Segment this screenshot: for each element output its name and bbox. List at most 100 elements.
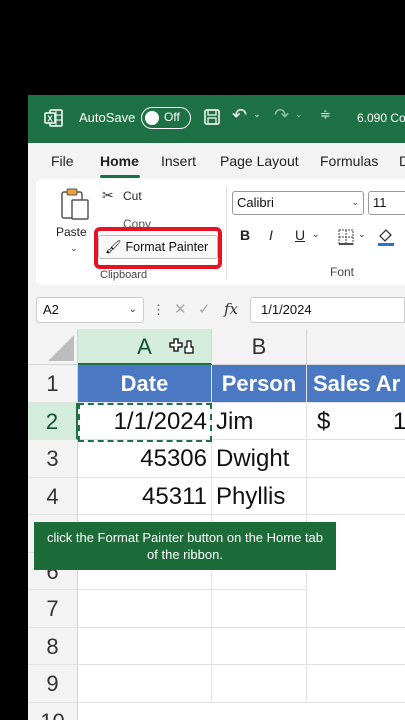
cell-c2[interactable]: $ 1 — [307, 403, 405, 440]
row-label: 7 — [46, 596, 59, 621]
tab-home[interactable]: Home — [100, 153, 139, 169]
undo-dropdown-icon[interactable]: ⌄ — [253, 109, 261, 120]
more-options-icon[interactable]: ⋮ — [152, 302, 165, 318]
cell-a9[interactable] — [78, 665, 212, 703]
autosave-state: Off — [164, 110, 180, 124]
cell-b8[interactable] — [212, 627, 307, 665]
paste-label[interactable]: Paste — [56, 225, 87, 239]
font-size-value: 11 — [373, 195, 387, 210]
video-left-border — [0, 0, 28, 720]
redo-dropdown-icon[interactable]: ⌄ — [295, 109, 303, 120]
scissors-icon[interactable]: ✂ — [102, 187, 114, 204]
tutorial-caption: click the Format Painter button on the H… — [34, 522, 336, 570]
format-painter-highlight — [94, 227, 222, 269]
cell-c1[interactable]: Sales Ar — [307, 365, 405, 403]
font-size-select[interactable]: 11 — [368, 191, 405, 215]
autosave-toggle[interactable]: Off — [141, 107, 191, 129]
row-header-8[interactable]: 8 — [28, 627, 78, 665]
formula-bar: A2 ⌄ ⋮ ✕ ✓ fx 1/1/2024 — [28, 295, 405, 329]
cell-c4[interactable] — [307, 478, 405, 515]
row-header-10[interactable]: 10 — [28, 702, 78, 720]
tab-data[interactable]: D — [399, 153, 405, 169]
excel-logo-icon: X — [44, 109, 63, 127]
font-group-label: Font — [330, 265, 355, 279]
cell-a8[interactable] — [78, 627, 212, 665]
cell-b3[interactable]: Dwight — [212, 440, 307, 478]
cell-b2[interactable]: Jim — [212, 402, 307, 440]
toggle-knob — [145, 111, 159, 125]
row-label: 3 — [46, 446, 59, 471]
underline-dropdown-icon[interactable]: ⌄ — [312, 229, 320, 240]
row-label: 8 — [46, 633, 59, 659]
paste-icon[interactable] — [58, 187, 92, 221]
chevron-down-icon: ⌄ — [128, 304, 137, 315]
borders-dropdown-icon[interactable]: ⌄ — [358, 229, 366, 240]
chevron-down-icon: ⌄ — [351, 197, 359, 207]
row-header-9[interactable]: 9 — [28, 665, 78, 703]
paste-dropdown-icon[interactable]: ⌄ — [70, 243, 78, 254]
tab-page-layout[interactable]: Page Layout — [220, 153, 299, 169]
ribbon-home-panel: Paste ⌄ ✂ Cut Copy 🖌 Format Painter Clip… — [36, 179, 405, 285]
name-box[interactable]: A2 ⌄ — [36, 297, 144, 323]
tab-insert[interactable]: Insert — [161, 153, 196, 169]
row-label: 9 — [46, 671, 59, 696]
row-label: 10 — [40, 709, 64, 720]
row-header-3[interactable]: 3 — [28, 440, 78, 478]
font-name-value: Calibri — [237, 195, 274, 210]
cell-c3[interactable] — [307, 440, 405, 478]
cell-b9[interactable] — [212, 665, 307, 703]
cell-c8[interactable] — [307, 628, 405, 665]
redo-icon[interactable]: ↷ — [274, 105, 289, 126]
row-header-2[interactable]: 2 — [28, 402, 78, 440]
cell-b1[interactable]: Person — [212, 365, 307, 403]
select-all-triangle — [48, 335, 74, 361]
bold-button[interactable]: B — [240, 227, 250, 243]
cell-c7[interactable] — [307, 590, 405, 628]
format-painter-cursor-icon — [169, 338, 194, 354]
fill-color-icon[interactable] — [376, 227, 394, 247]
row-label: 4 — [46, 483, 59, 509]
ribbon: File Home Insert Page Layout Formulas D … — [28, 143, 405, 295]
currency-symbol: $ — [317, 407, 331, 435]
cell-c2-value: 1 — [393, 403, 405, 440]
name-box-value: A2 — [43, 302, 59, 317]
row-label: 2 — [45, 408, 59, 434]
active-tab-indicator — [100, 175, 140, 178]
undo-icon[interactable]: ↶ — [232, 105, 247, 126]
svg-text:X: X — [47, 115, 53, 124]
row-header-7[interactable]: 7 — [28, 590, 78, 628]
cell-a4[interactable]: 45311 — [78, 477, 212, 515]
clipboard-group-label: Clipboard — [100, 269, 148, 281]
cell-a2[interactable]: 1/1/2024 — [78, 402, 212, 440]
enter-check-icon[interactable]: ✓ — [198, 300, 211, 318]
title-bar: X AutoSave Off ↶ ⌄ ↷ ⌄ ≑ 6.090 Co — [28, 95, 405, 143]
cancel-icon[interactable]: ✕ — [174, 300, 187, 318]
cell-c9[interactable] — [307, 665, 405, 703]
column-header-c[interactable]: C — [307, 329, 405, 365]
cell-a3[interactable]: 45306 — [78, 440, 212, 478]
select-all-corner[interactable] — [28, 329, 78, 365]
group-divider — [226, 187, 227, 279]
underline-button[interactable]: U — [295, 227, 305, 243]
formula-value: 1/1/2024 — [261, 302, 312, 317]
save-icon[interactable] — [203, 108, 221, 126]
ribbon-tabs: File Home Insert Page Layout Formulas D — [28, 143, 405, 179]
row-header-4[interactable]: 4 — [28, 477, 78, 515]
cell-a7[interactable] — [78, 590, 212, 628]
cell-b7[interactable] — [212, 590, 307, 628]
cell-a1[interactable]: Date — [78, 365, 212, 403]
insert-function-icon[interactable]: fx — [224, 300, 238, 318]
tab-formulas[interactable]: Formulas — [320, 153, 378, 169]
italic-button[interactable]: I — [269, 227, 273, 243]
column-label: B — [251, 334, 267, 359]
cell-b4[interactable]: Phyllis — [212, 477, 307, 515]
customize-toolbar-icon[interactable]: ≑ — [320, 107, 331, 123]
row-header-1[interactable]: 1 — [28, 365, 78, 403]
tab-file[interactable]: File — [51, 153, 74, 169]
cut-label[interactable]: Cut — [123, 189, 142, 203]
font-name-select[interactable]: Calibri ⌄ — [232, 191, 364, 215]
column-header-b[interactable]: B — [212, 329, 307, 365]
column-label: A — [137, 334, 152, 359]
borders-icon[interactable] — [338, 229, 354, 245]
formula-input[interactable]: 1/1/2024 — [250, 297, 405, 323]
